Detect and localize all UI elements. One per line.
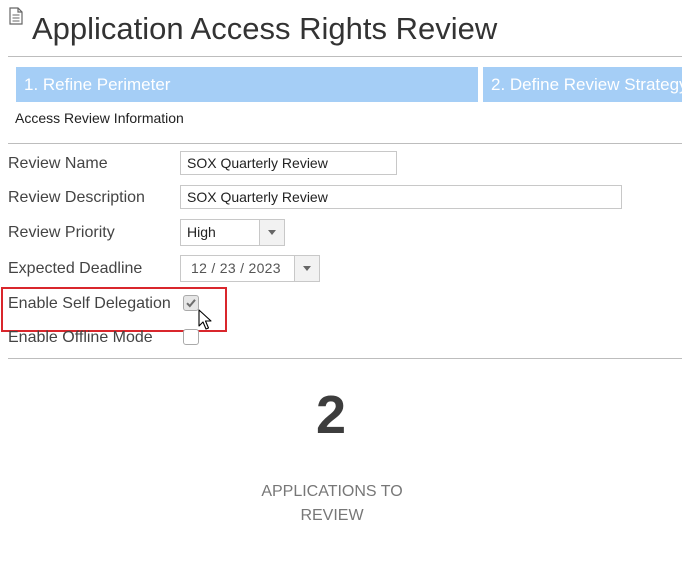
- enable-offline-mode-label: Enable Offline Mode: [8, 329, 153, 346]
- review-priority-label: Review Priority: [8, 224, 115, 241]
- page-title: Application Access Rights Review: [32, 11, 498, 46]
- header-divider: [8, 56, 682, 57]
- review-name-input[interactable]: [180, 151, 397, 175]
- wizard-step-refine-perimeter[interactable]: 1. Refine Perimeter: [16, 67, 478, 102]
- highlight-box: [1, 287, 227, 332]
- expected-deadline-datepicker[interactable]: 12 / 23 / 2023: [180, 255, 320, 282]
- expected-deadline-value: 12 / 23 / 2023: [191, 260, 281, 276]
- review-name-label: Review Name: [8, 155, 108, 172]
- expected-deadline-dropdown-button[interactable]: [294, 256, 319, 281]
- applications-to-review-label: APPLICATIONS TO REVIEW: [232, 480, 432, 528]
- expected-deadline-label: Expected Deadline: [8, 260, 143, 277]
- applications-label-line2: REVIEW: [300, 507, 364, 524]
- section-title: Access Review Information: [15, 110, 184, 126]
- enable-offline-mode-checkbox[interactable]: [183, 329, 199, 345]
- section-divider: [8, 143, 682, 144]
- wizard-step-define-review-strategy[interactable]: 2. Define Review Strategy: [483, 67, 682, 102]
- review-priority-value: High: [187, 224, 216, 240]
- review-priority-dropdown[interactable]: High: [180, 219, 285, 246]
- review-priority-dropdown-button[interactable]: [259, 220, 284, 245]
- document-icon: [9, 7, 23, 25]
- applications-label-line1: APPLICATIONS TO: [261, 483, 403, 500]
- applications-count: 2: [315, 385, 347, 445]
- review-description-input[interactable]: [180, 185, 622, 209]
- chevron-down-icon: [268, 230, 276, 235]
- form-divider: [8, 358, 682, 359]
- mouse-cursor-icon: [198, 309, 212, 330]
- chevron-down-icon: [303, 266, 311, 271]
- review-description-label: Review Description: [8, 189, 145, 206]
